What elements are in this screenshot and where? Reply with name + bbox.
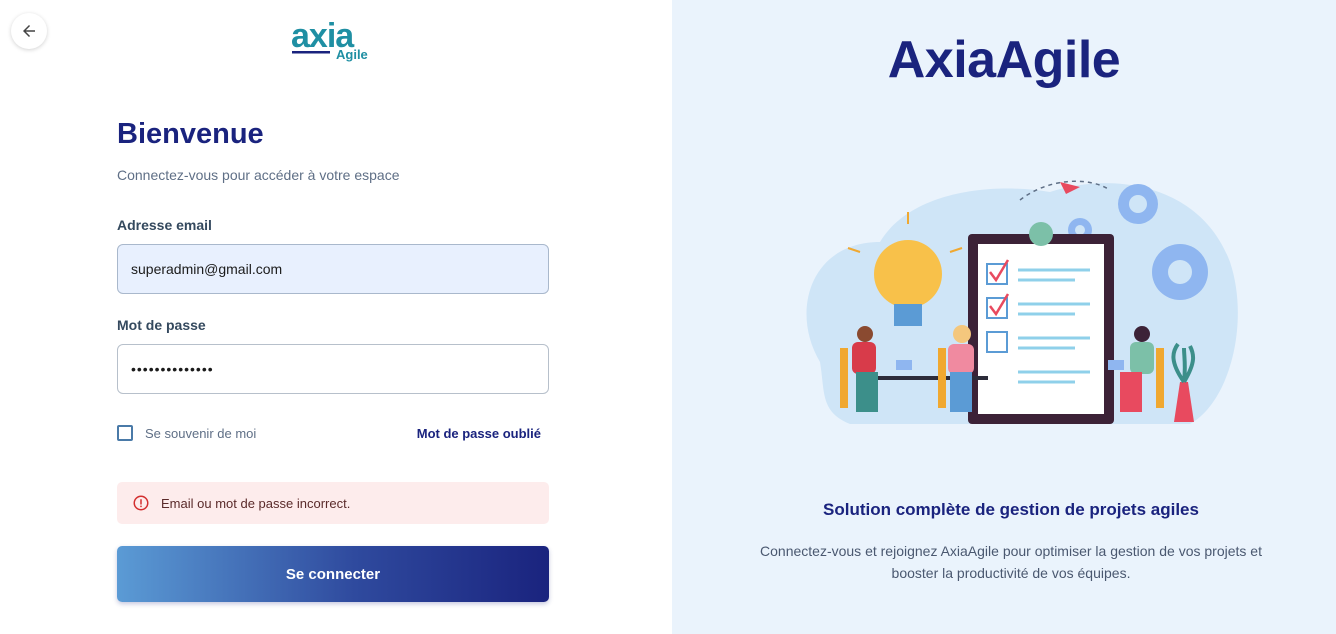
team-planning-illustration (806, 180, 1238, 424)
arrow-left-icon (23, 25, 35, 37)
brand-title: AxiaAgile (887, 31, 1121, 89)
hero-panel: AxiaAgile Solution complète de gestion d… (672, 0, 1336, 634)
page-title: Bienvenue (117, 118, 264, 150)
password-input[interactable] (117, 344, 549, 394)
password-label: Mot de passe (117, 317, 206, 333)
error-message: Email ou mot de passe incorrect. (161, 495, 351, 511)
page-subtitle: Connectez-vous pour accéder à votre espa… (117, 167, 400, 183)
checkbox-box[interactable] (117, 425, 133, 441)
back-button[interactable] (11, 13, 47, 49)
login-panel: axia Agile Bienvenue Connectez-vous pour… (0, 0, 672, 634)
forgot-password-link[interactable]: Mot de passe oublié (417, 426, 541, 441)
error-alert: Email ou mot de passe incorrect. (117, 482, 549, 524)
email-label: Adresse email (117, 217, 212, 233)
hero-description: Connectez-vous et rejoignez AxiaAgile po… (760, 543, 1262, 581)
remember-me-label: Se souvenir de moi (145, 425, 257, 441)
svg-text:Agile: Agile (336, 47, 368, 62)
email-input[interactable] (117, 244, 549, 294)
hero-tagline: Solution complète de gestion de projets … (823, 500, 1199, 519)
axia-agile-logo: axia Agile (291, 17, 368, 62)
remember-me-checkbox[interactable]: Se souvenir de moi (117, 425, 256, 441)
alert-circle-icon (132, 494, 150, 512)
login-button[interactable]: Se connecter (117, 546, 549, 602)
